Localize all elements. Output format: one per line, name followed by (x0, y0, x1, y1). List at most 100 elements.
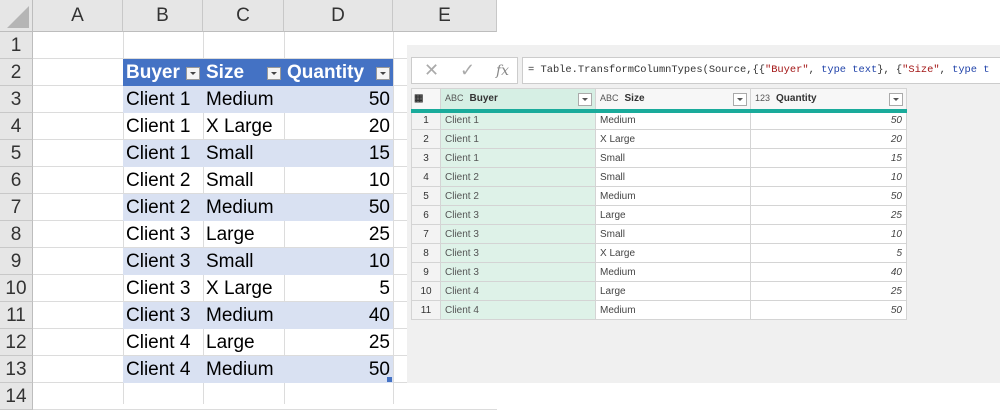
table-cell[interactable]: 50 (750, 300, 907, 320)
table-cell[interactable]: 50 (284, 194, 393, 221)
table-cell[interactable]: Client 3 (123, 221, 203, 248)
table-cell[interactable]: 50 (750, 110, 907, 130)
row-header-2[interactable]: 2 (0, 59, 33, 86)
column-header-E[interactable]: E (393, 0, 497, 32)
table-cell[interactable]: Small (595, 224, 751, 244)
cancel-icon[interactable]: ✕ (424, 60, 439, 81)
table-cell[interactable]: Client 3 (440, 224, 596, 244)
table-cell[interactable]: Client 1 (440, 129, 596, 149)
table-cell[interactable]: Large (595, 281, 751, 301)
table-cell[interactable]: Client 2 (440, 167, 596, 187)
column-dropdown-button[interactable] (733, 93, 747, 106)
table-cell[interactable]: Small (203, 140, 284, 167)
table-cell[interactable]: 5 (750, 243, 907, 263)
table-cell[interactable]: 20 (284, 113, 393, 140)
table-cell[interactable]: 10 (750, 224, 907, 244)
row-header-3[interactable]: 3 (0, 86, 33, 113)
table-cell[interactable]: 15 (750, 148, 907, 168)
row-header-6[interactable]: 6 (0, 167, 33, 194)
table-cell[interactable]: 5 (284, 275, 393, 302)
table-cell[interactable]: 20 (750, 129, 907, 149)
table-cell[interactable]: 25 (284, 329, 393, 356)
table-cell[interactable]: 25 (284, 221, 393, 248)
row-header-8[interactable]: 8 (0, 221, 33, 248)
table-cell[interactable]: Client 3 (123, 248, 203, 275)
table-cell[interactable]: 10 (284, 248, 393, 275)
table-cell[interactable]: Client 1 (123, 86, 203, 113)
column-dropdown-button[interactable] (889, 93, 903, 106)
fx-icon[interactable]: fx (496, 63, 509, 79)
table-cell[interactable]: Medium (203, 356, 284, 383)
row-header-7[interactable]: 7 (0, 194, 33, 221)
type-text-icon[interactable]: ABC (445, 93, 464, 103)
table-cell[interactable]: Large (595, 205, 751, 225)
table-cell[interactable]: Small (595, 148, 751, 168)
column-header-A[interactable]: A (33, 0, 123, 32)
table-cell[interactable]: Client 3 (123, 302, 203, 329)
table-cell[interactable]: Large (203, 329, 284, 356)
row-header-14[interactable]: 14 (0, 383, 33, 410)
table-cell[interactable]: Small (203, 167, 284, 194)
table-cell[interactable]: Medium (595, 186, 751, 206)
type-text-icon[interactable]: ABC (600, 93, 619, 103)
table-cell[interactable]: Medium (203, 302, 284, 329)
row-header-4[interactable]: 4 (0, 113, 33, 140)
column-header-size[interactable]: ABC Size (595, 88, 751, 113)
table-cell[interactable]: Medium (595, 110, 751, 130)
column-header-C[interactable]: C (203, 0, 284, 32)
table-cell[interactable]: Client 2 (123, 167, 203, 194)
select-all-button[interactable] (0, 0, 33, 32)
table-cell[interactable]: Client 4 (440, 281, 596, 301)
table-cell[interactable]: Client 3 (440, 205, 596, 225)
row-header-13[interactable]: 13 (0, 356, 33, 383)
column-header-B[interactable]: B (123, 0, 203, 32)
table-cell[interactable]: 25 (750, 281, 907, 301)
table-cell[interactable]: Client 1 (440, 148, 596, 168)
table-cell[interactable]: Client 2 (440, 186, 596, 206)
table-cell[interactable]: Client 4 (440, 300, 596, 320)
table-cell[interactable]: 15 (284, 140, 393, 167)
table-menu-icon[interactable]: ▦ (411, 88, 441, 113)
column-header-quantity[interactable]: 123 Quantity (750, 88, 907, 113)
column-header-buyer[interactable]: ABC Buyer (440, 88, 596, 113)
table-cell[interactable]: Client 4 (123, 329, 203, 356)
filter-dropdown-button[interactable] (267, 67, 281, 80)
table-cell[interactable]: Client 4 (123, 356, 203, 383)
table-cell[interactable]: Client 3 (440, 243, 596, 263)
table-cell[interactable]: 50 (284, 356, 393, 383)
filter-dropdown-button[interactable] (376, 67, 390, 80)
type-number-icon[interactable]: 123 (755, 93, 770, 103)
table-cell[interactable]: 50 (750, 186, 907, 206)
table-cell[interactable]: X Large (203, 275, 284, 302)
table-cell[interactable]: X Large (595, 129, 751, 149)
table-cell[interactable]: Client 3 (440, 262, 596, 282)
table-cell[interactable]: Client 3 (123, 275, 203, 302)
column-header-D[interactable]: D (284, 0, 393, 32)
confirm-icon[interactable]: ✓ (460, 60, 475, 81)
column-dropdown-button[interactable] (578, 93, 592, 106)
row-header-12[interactable]: 12 (0, 329, 33, 356)
filter-dropdown-button[interactable] (186, 67, 200, 80)
table-cell[interactable]: Client 1 (440, 110, 596, 130)
row-header-11[interactable]: 11 (0, 302, 33, 329)
table-cell[interactable]: Client 1 (123, 113, 203, 140)
formula-input[interactable]: = Table.TransformColumnTypes(Source,{{"B… (522, 57, 1000, 84)
table-cell[interactable]: Small (595, 167, 751, 187)
table-cell[interactable]: Large (203, 221, 284, 248)
table-cell[interactable]: Medium (595, 262, 751, 282)
row-header-9[interactable]: 9 (0, 248, 33, 275)
table-cell[interactable]: Client 1 (123, 140, 203, 167)
table-cell[interactable]: 40 (284, 302, 393, 329)
table-cell[interactable]: 25 (750, 205, 907, 225)
row-header-1[interactable]: 1 (0, 32, 33, 59)
table-cell[interactable]: Small (203, 248, 284, 275)
table-cell[interactable]: 10 (750, 167, 907, 187)
table-cell[interactable]: 10 (284, 167, 393, 194)
table-cell[interactable]: 40 (750, 262, 907, 282)
table-resize-handle[interactable] (387, 377, 392, 382)
table-cell[interactable]: 50 (284, 86, 393, 113)
table-cell[interactable]: Medium (203, 194, 284, 221)
row-header-5[interactable]: 5 (0, 140, 33, 167)
table-cell[interactable]: X Large (595, 243, 751, 263)
table-cell[interactable]: Medium (595, 300, 751, 320)
